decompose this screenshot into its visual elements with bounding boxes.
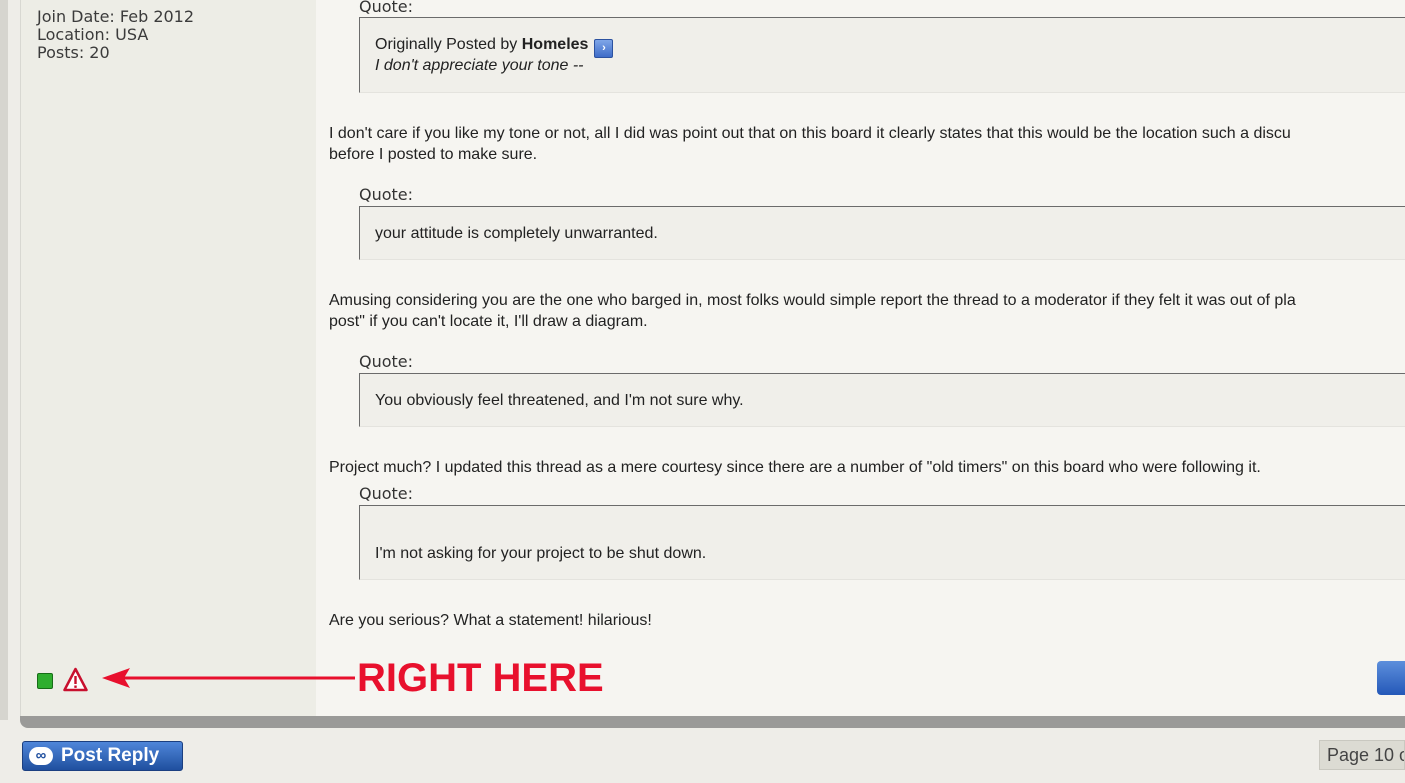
quote-author-link[interactable]: Homeles — [522, 36, 589, 53]
page-left-border — [0, 0, 8, 720]
quote-text: I don't appreciate your tone -- — [375, 57, 584, 74]
quote-button[interactable] — [1377, 661, 1405, 695]
quote-label: Quote: — [359, 0, 414, 16]
annotation-arrow — [102, 668, 355, 688]
message-text: I don't care if you like my tone or not,… — [329, 125, 1291, 142]
reply-icon: ∞ — [29, 747, 53, 765]
post-footer-bar — [20, 716, 1405, 728]
page-navigation[interactable]: Page 10 o — [1319, 740, 1405, 770]
quote-text: your attitude is completely unwarranted. — [375, 225, 658, 242]
join-date: Join Date: Feb 2012 — [37, 7, 195, 26]
quote-box: I'm not asking for your project to be sh… — [359, 505, 1405, 580]
quote-label: Quote: — [359, 352, 414, 371]
quote-box: You obviously feel threatened, and I'm n… — [359, 373, 1405, 427]
quote-text: I'm not asking for your project to be sh… — [375, 545, 707, 562]
quote-text: You obviously feel threatened, and I'm n… — [375, 392, 744, 409]
user-info-panel: Join Date: Feb 2012 Location: USA Posts:… — [20, 0, 316, 716]
user-location: Location: USA — [37, 25, 149, 44]
post-reply-button[interactable]: ∞ Post Reply — [22, 741, 183, 771]
message-text: before I posted to make sure. — [329, 146, 538, 163]
report-post-icon[interactable] — [63, 667, 88, 692]
annotation-label: RIGHT HERE — [357, 656, 604, 700]
online-status-icon — [37, 673, 53, 689]
message-text: Project much? I updated this thread as a… — [329, 459, 1261, 476]
message-text: post" if you can't locate it, I'll draw … — [329, 313, 648, 330]
forum-post: Join Date: Feb 2012 Location: USA Posts:… — [20, 0, 1405, 716]
quote-label: Quote: — [359, 484, 414, 503]
quote-box: your attitude is completely unwarranted. — [359, 206, 1405, 260]
quote-box: Originally Posted by Homeles › I don't ap… — [359, 17, 1405, 93]
message-text: Are you serious? What a statement! hilar… — [329, 612, 652, 629]
post-reply-label: Post Reply — [61, 745, 160, 766]
view-post-icon[interactable]: › — [594, 39, 614, 58]
post-count: Posts: 20 — [37, 43, 110, 62]
message-text: Amusing considering you are the one who … — [329, 292, 1296, 309]
quote-label: Quote: — [359, 185, 414, 204]
quote-prefix: Originally Posted by — [375, 36, 522, 53]
